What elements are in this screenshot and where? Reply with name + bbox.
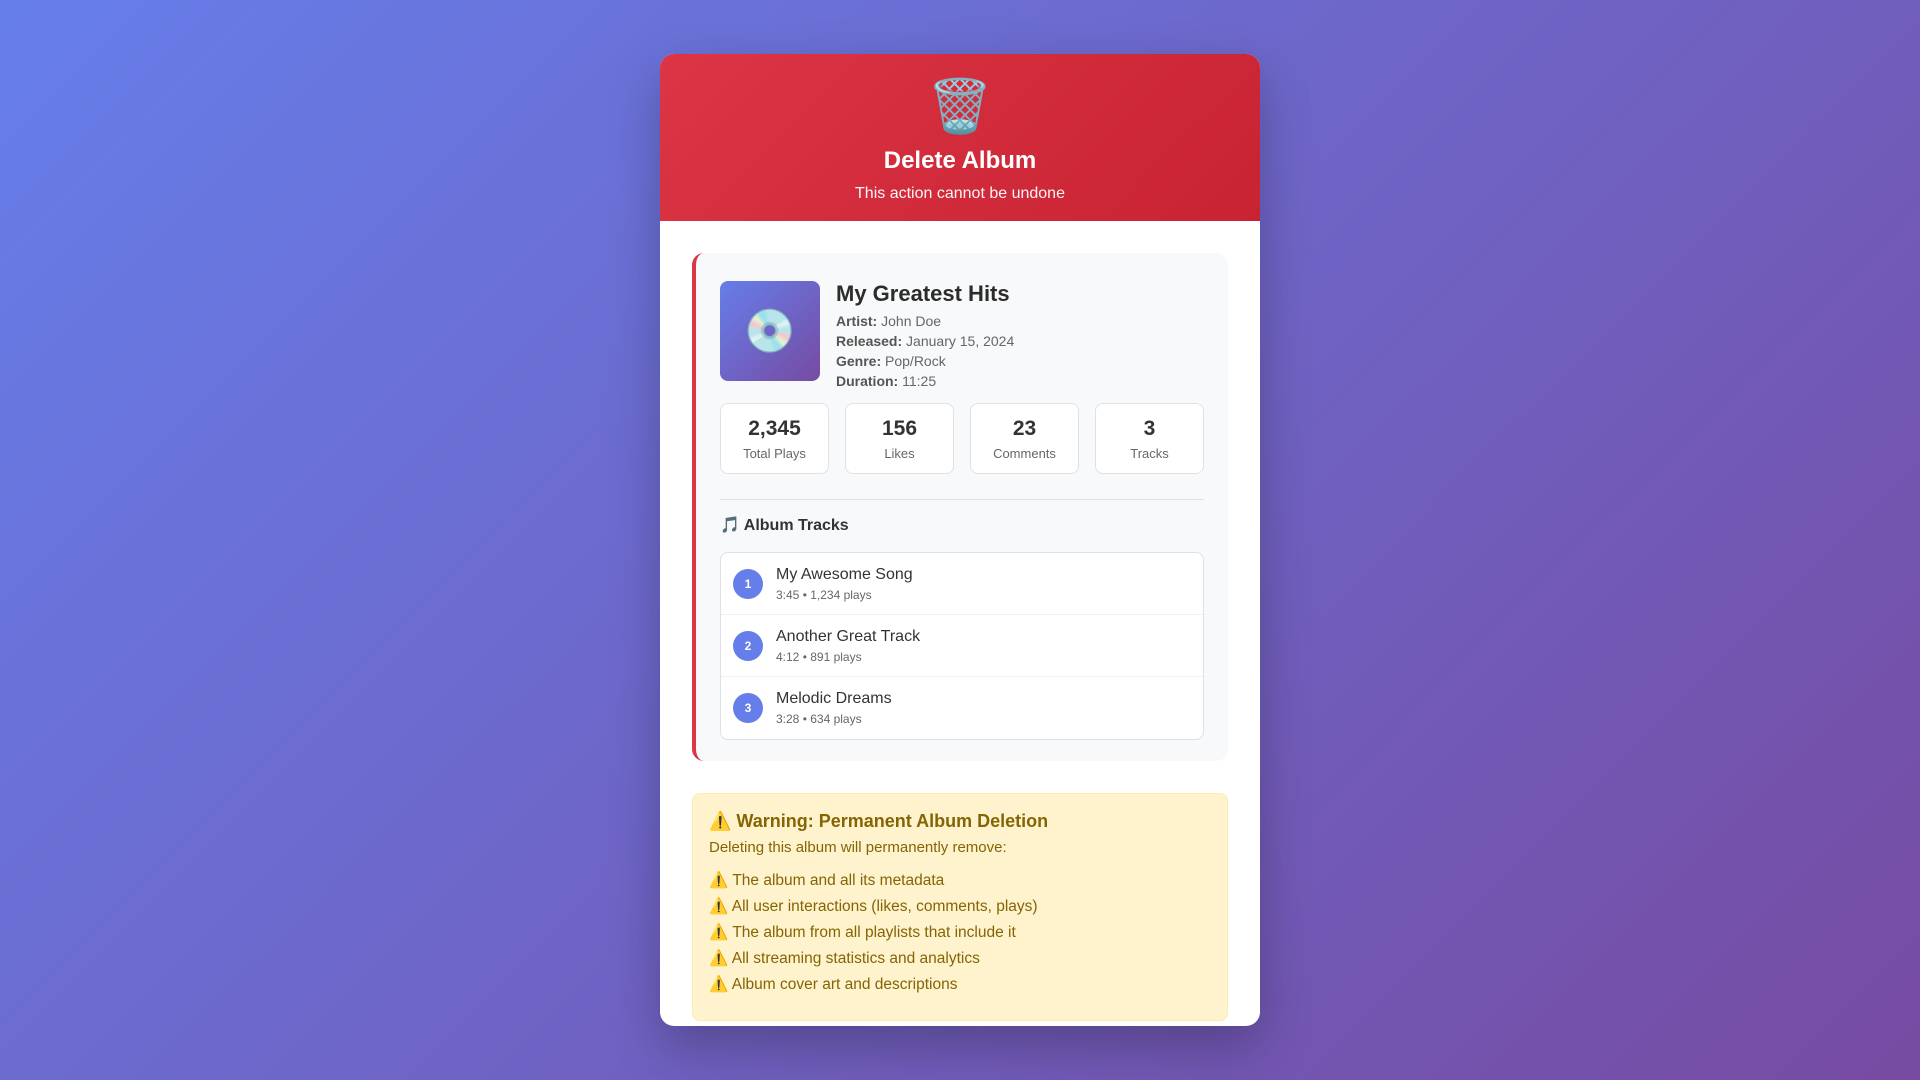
divider (720, 499, 1204, 500)
album-cover: 💿 (720, 281, 820, 381)
meta-value: January 15, 2024 (906, 333, 1015, 349)
warning-item: ⚠️ All user interactions (likes, comment… (709, 898, 1038, 915)
album-artist: Artist: John Doe (836, 311, 1014, 331)
album-title: My Greatest Hits (836, 281, 1010, 306)
stat-label: Comments (993, 446, 1056, 461)
warning-item: ⚠️ The album and all its metadata (709, 872, 945, 889)
album-summary: 💿 My Greatest Hits Artist: John Doe Rele… (720, 281, 1204, 389)
album-stats: 2,345 Total Plays 156 Likes 23 Comments … (720, 403, 1204, 474)
track-number-badge: 3 (733, 693, 763, 723)
stat-likes: 156 Likes (845, 403, 954, 474)
album-info: My Greatest Hits Artist: John Doe Releas… (836, 281, 1014, 389)
warning-intro: Deleting this album will permanently rem… (709, 839, 1007, 856)
track-meta: 3:45 • 1,234 plays (776, 587, 872, 602)
stat-label: Total Plays (743, 446, 806, 461)
track-number-badge: 1 (733, 568, 763, 599)
meta-label: Genre: (836, 353, 882, 369)
tracks-heading: 🎵 Album Tracks (720, 517, 849, 534)
stat-label: Tracks (1130, 446, 1169, 461)
modal-subtitle: This action cannot be undone (855, 185, 1065, 202)
trash-icon: 🗑️ (927, 78, 993, 136)
stat-comments: 23 Comments (970, 403, 1079, 474)
stat-value: 3 (1143, 417, 1156, 440)
track-item: 3 Melodic Dreams 3:28 • 634 plays (721, 677, 1203, 739)
track-meta: 4:12 • 891 plays (776, 649, 862, 664)
stat-total-plays: 2,345 Total Plays (720, 403, 829, 474)
meta-label: Duration: (836, 373, 899, 389)
disc-icon: 💿 (743, 306, 797, 354)
modal-body: 💿 My Greatest Hits Artist: John Doe Rele… (660, 221, 1260, 1021)
delete-album-modal: 🗑️ Delete Album This action cannot be un… (660, 54, 1260, 1026)
stat-value: 23 (1012, 417, 1037, 440)
track-list: 1 My Awesome Song 3:45 • 1,234 plays 2 A… (720, 552, 1204, 740)
track-item: 2 Another Great Track 4:12 • 891 plays (721, 615, 1203, 677)
meta-value: 11:25 (902, 373, 937, 389)
warning-box: ⚠️ Warning: Permanent Album Deletion Del… (692, 793, 1228, 1021)
warning-title: ⚠️ Warning: Permanent Album Deletion (709, 811, 1049, 831)
warning-list: ⚠️ The album and all its metadata ⚠️ All… (709, 868, 1211, 998)
meta-value: John Doe (881, 313, 942, 329)
modal-header: 🗑️ Delete Album This action cannot be un… (660, 54, 1260, 221)
warning-item: ⚠️ Album cover art and descriptions (709, 976, 958, 993)
stat-label: Likes (884, 446, 915, 461)
track-name: Another Great Track (776, 627, 921, 645)
meta-label: Artist: (836, 313, 878, 329)
stat-value: 2,345 (748, 417, 801, 440)
album-card: 💿 My Greatest Hits Artist: John Doe Rele… (692, 253, 1228, 761)
meta-value: Pop/Rock (885, 353, 946, 369)
track-details: Another Great Track 4:12 • 891 plays (776, 627, 920, 665)
warning-item: ⚠️ All streaming statistics and analytic… (709, 950, 980, 967)
track-details: My Awesome Song 3:45 • 1,234 plays (776, 565, 913, 603)
track-meta: 3:28 • 634 plays (776, 712, 862, 726)
track-name: Melodic Dreams (776, 690, 892, 707)
album-released: Released: January 15, 2024 (836, 331, 1014, 351)
meta-label: Released: (836, 333, 903, 349)
stat-tracks: 3 Tracks (1095, 403, 1204, 474)
track-number-badge: 2 (733, 630, 763, 661)
track-details: Melodic Dreams 3:28 • 634 plays (776, 689, 892, 727)
modal-title: Delete Album (883, 147, 1037, 174)
track-name: My Awesome Song (776, 565, 913, 583)
album-duration: Duration: 11:25 (836, 371, 1014, 391)
album-genre: Genre: Pop/Rock (836, 351, 1014, 371)
track-item: 1 My Awesome Song 3:45 • 1,234 plays (721, 553, 1203, 615)
warning-item: ⚠️ The album from all playlists that inc… (709, 924, 1016, 941)
stat-value: 156 (881, 417, 918, 440)
